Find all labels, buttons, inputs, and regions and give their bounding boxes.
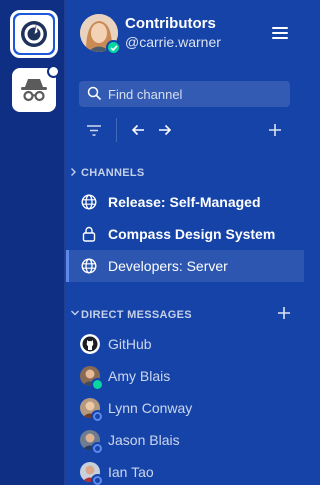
dm-item-ian-tao[interactable]: Ian Tao (66, 456, 304, 485)
channel-label: Compass Design System (108, 226, 276, 242)
user-avatar[interactable] (80, 14, 121, 55)
lock-icon (80, 225, 98, 243)
dm-label: Ian Tao (108, 464, 154, 480)
dm-item-jason-blais[interactable]: Jason Blais (66, 424, 304, 456)
chevron-right-icon (71, 168, 76, 176)
channels-section-header[interactable]: CHANNELS (66, 162, 304, 184)
team-unread-indicator (47, 65, 60, 78)
dm-label: Jason Blais (108, 432, 180, 448)
dm-item-amy-blais[interactable]: Amy Blais (66, 360, 304, 392)
globe-icon (80, 257, 98, 275)
add-direct-message-icon[interactable] (278, 307, 290, 319)
channel-item-developers-server[interactable]: Developers: Server (66, 250, 304, 282)
dm-item-lynn-conway[interactable]: Lynn Conway (66, 392, 304, 424)
globe-icon (80, 193, 98, 211)
back-arrow-icon[interactable] (128, 120, 148, 140)
away-status-icon (91, 410, 104, 423)
search-icon (87, 86, 102, 101)
channel-label: Release: Self-Managed (108, 194, 261, 210)
hamburger-menu-icon[interactable] (272, 27, 288, 39)
incognito-icon (21, 79, 47, 102)
dm-label: GitHub (108, 336, 152, 352)
online-status-icon (91, 378, 104, 391)
channel-item-release-self-managed[interactable]: Release: Self-Managed (66, 186, 304, 218)
forward-arrow-icon[interactable] (155, 120, 175, 140)
channel-item-compass-design-system[interactable]: Compass Design System (66, 218, 304, 250)
chevron-down-icon (71, 310, 79, 316)
find-channel-input[interactable] (108, 81, 283, 107)
away-status-icon (91, 442, 104, 455)
team-sidebar (0, 0, 65, 485)
toolbar-divider (116, 118, 117, 142)
direct-messages-section-label: DIRECT MESSAGES (81, 309, 192, 321)
find-channel-box[interactable] (79, 81, 290, 107)
away-status-icon (91, 474, 104, 485)
team-name: Contributors (125, 15, 216, 32)
sidebar-header[interactable]: Contributors @carrie.warner (66, 0, 304, 70)
team-icon-contributors[interactable] (10, 10, 58, 58)
online-status-icon (106, 40, 121, 55)
channel-sidebar: Contributors @carrie.warner CHANNELS (66, 0, 304, 485)
dm-item-github[interactable]: GitHub (66, 328, 304, 360)
sidebar-toolbar (66, 116, 304, 144)
dm-label: Lynn Conway (108, 400, 193, 416)
dm-label: Amy Blais (108, 368, 171, 384)
github-icon (80, 334, 100, 354)
direct-messages-section-header[interactable]: DIRECT MESSAGES (66, 304, 304, 326)
username: @carrie.warner (125, 34, 221, 50)
channel-label: Developers: Server (108, 258, 228, 274)
filter-icon[interactable] (84, 120, 104, 140)
add-icon[interactable] (265, 120, 285, 140)
channels-section-label: CHANNELS (81, 167, 145, 179)
mattermost-logo-icon (15, 15, 53, 53)
